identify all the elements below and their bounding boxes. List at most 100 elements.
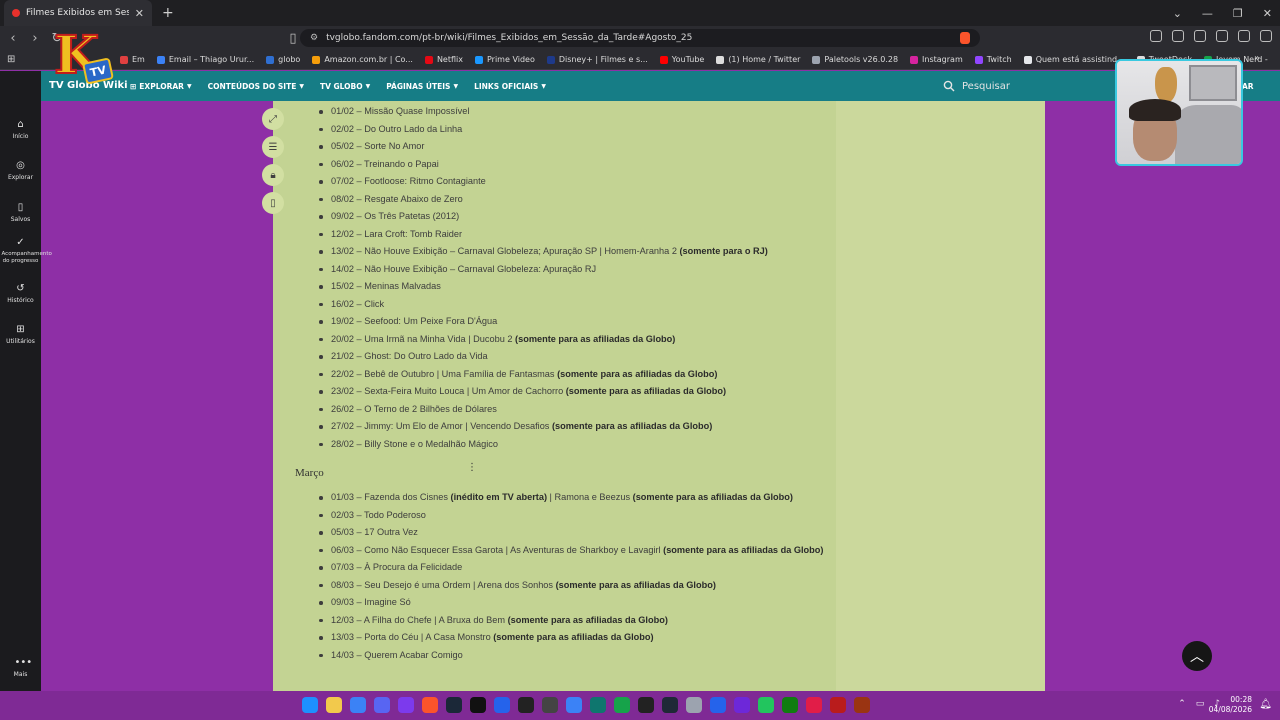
more-icon: •••	[14, 657, 33, 668]
taskbar-app-icon[interactable]	[662, 697, 678, 713]
chevron-down-icon: ▼	[186, 82, 192, 90]
taskbar-app-icon[interactable]	[734, 697, 750, 713]
window-controls: ⌄ — ❐ ✕	[1173, 0, 1272, 26]
close-window-icon[interactable]: ✕	[1263, 7, 1272, 20]
clock-time: 00:28	[1230, 695, 1252, 704]
list-item: 19/02 – Seefood: Um Peixe Fora D'Água	[317, 313, 836, 331]
brave-shield-icon[interactable]	[960, 32, 970, 44]
taskbar-app-icon[interactable]	[566, 697, 582, 713]
scroll-to-top-button[interactable]: ︿	[1182, 641, 1212, 671]
menu-explorar[interactable]: ⊞ EXPLORAR ▼	[130, 82, 192, 91]
section-heading-marco: Março	[295, 467, 324, 479]
bookmark-item[interactable]: Paletools v26.0.28	[812, 55, 898, 64]
close-tab-icon[interactable]: ✕	[135, 7, 144, 20]
taskbar-app-icon[interactable]	[326, 697, 342, 713]
bookmark-item[interactable]: Amazon.com.br | Co...	[312, 55, 413, 64]
bookmark-item[interactable]: Prime Video	[474, 55, 535, 64]
bookmark-item[interactable]: Email – Thiago Urur...	[156, 55, 254, 64]
site-info-icon[interactable]: ⚙	[310, 33, 318, 43]
sidebar-item-historico[interactable]: ↺ Histórico	[0, 283, 41, 304]
bookmark-favicon-icon	[474, 55, 483, 64]
compass-icon: ◎	[16, 160, 25, 171]
taskbar-app-icon[interactable]	[494, 697, 510, 713]
search-input[interactable]: Pesquisar	[962, 81, 1010, 92]
taskbar-app-icon[interactable]	[374, 697, 390, 713]
taskbar-app-icon[interactable]	[542, 697, 558, 713]
bookmark-icon[interactable]: ▯	[262, 192, 284, 214]
new-tab-icon[interactable]: +	[162, 5, 174, 21]
menu-icon[interactable]	[1260, 30, 1272, 42]
bookmark-item[interactable]: YouTube	[659, 55, 704, 64]
apps-grid-icon[interactable]: ⊞	[7, 54, 15, 65]
taskbar-app-icon[interactable]	[614, 697, 630, 713]
tray-chevron-icon[interactable]: ⌃	[1178, 699, 1186, 709]
back-icon[interactable]: ‹	[4, 31, 22, 46]
bookmark-favicon-icon	[266, 55, 275, 64]
login-button[interactable]: AR	[1242, 82, 1254, 91]
menu-paginas-uteis[interactable]: PÁGINAS ÚTEIS ▼	[386, 82, 458, 91]
bookmark-item[interactable]: Disney+ | Filmes e s...	[546, 55, 648, 64]
taskbar-app-icon[interactable]	[758, 697, 774, 713]
browser-tab[interactable]: Filmes Exibidos em Sessão da Ta ✕	[4, 0, 152, 26]
leo-icon[interactable]	[1216, 30, 1228, 42]
sidebar-item-explorar[interactable]: ◎ Explorar	[0, 160, 41, 181]
taskbar-app-icon[interactable]	[350, 697, 366, 713]
menu-links-oficiais[interactable]: LINKS OFICIAIS ▼	[474, 82, 546, 91]
forward-icon[interactable]: ›	[26, 31, 44, 46]
taskbar-app-icon[interactable]	[422, 697, 438, 713]
taskbar-app-icon[interactable]	[302, 697, 318, 713]
bookmark-item[interactable]: Netflix	[424, 55, 463, 64]
sidebar-item-inicio[interactable]: ⌂ Início	[0, 119, 41, 140]
clock[interactable]: 00:28 04/08/2026	[1209, 695, 1252, 715]
lock-icon[interactable]: 🔒︎	[262, 164, 284, 186]
sidebar-item-mais[interactable]: ••• Mais	[0, 657, 41, 678]
shelf	[1189, 65, 1237, 101]
list-item: 09/02 – Os Três Patetas (2012)	[317, 208, 836, 226]
bookmark-icon: ▯	[17, 202, 24, 213]
maximize-icon[interactable]: ❐	[1233, 7, 1243, 20]
bookmark-item[interactable]: Em	[120, 55, 145, 64]
minimize-icon[interactable]: —	[1202, 7, 1213, 20]
taskbar-app-icon[interactable]	[398, 697, 414, 713]
sidebar-icon[interactable]	[1172, 30, 1184, 42]
wallet-icon[interactable]	[1194, 30, 1206, 42]
sidebar-item-progresso[interactable]: ✓ Acompanhamento do progresso	[0, 237, 52, 265]
list-item: 05/03 – 17 Outra Vez	[317, 524, 836, 542]
sidebar-item-utilitarios[interactable]: ⊞ Utilitários	[0, 324, 41, 345]
notifications-icon[interactable]: 🔔︎	[1259, 699, 1272, 710]
bookmark-item[interactable]: (1) Home / Twitter	[716, 55, 800, 64]
bookmark-item[interactable]: globo	[266, 55, 300, 64]
bookmark-item[interactable]: Twitch	[974, 55, 1012, 64]
taskbar-app-icon[interactable]	[782, 697, 798, 713]
vpn-icon[interactable]	[1238, 30, 1250, 42]
menu-conteudos[interactable]: CONTEÚDOS DO SITE ▼	[208, 82, 304, 91]
sidebar-item-salvos[interactable]: ▯ Salvos	[0, 202, 41, 223]
taskbar-app-icon[interactable]	[710, 697, 726, 713]
menu-tv-globo[interactable]: TV GLOBO ▼	[320, 82, 370, 91]
table-of-contents-icon[interactable]: ☰	[262, 136, 284, 158]
bookmark-item[interactable]: Quem está assistind...	[1023, 55, 1125, 64]
taskbar-app-icon[interactable]	[446, 697, 462, 713]
taskbar-app-icon[interactable]	[518, 697, 534, 713]
list-item: 09/03 – Imagine Só	[317, 594, 836, 612]
fullscreen-icon[interactable]: ⤢	[262, 108, 284, 130]
list-item: 14/03 – Querem Acabar Comigo	[317, 647, 836, 665]
list-item: 02/03 – Todo Poderoso	[317, 507, 836, 525]
network-icon[interactable]: ▭	[1196, 699, 1205, 709]
taskbar-app-icon[interactable]	[830, 697, 846, 713]
more-bookmarks-icon[interactable]: »	[1254, 53, 1260, 64]
taskbar-app-icon[interactable]	[686, 697, 702, 713]
taskbar-app-icon[interactable]	[638, 697, 654, 713]
taskbar-app-icon[interactable]	[806, 697, 822, 713]
list-item: 14/02 – Não Houve Exibição – Carnaval Gl…	[317, 261, 836, 279]
list-item: 21/02 – Ghost: Do Outro Lado da Vida	[317, 348, 836, 366]
windows-taskbar: ⌃ ▭ ♪ 00:28 04/08/2026 🔔︎	[0, 691, 1280, 720]
extensions-icon[interactable]	[1150, 30, 1162, 42]
taskbar-app-icon[interactable]	[854, 697, 870, 713]
search-icon[interactable]	[943, 80, 955, 92]
bookmark-item[interactable]: Instagram	[910, 55, 963, 64]
url-field[interactable]: ⚙ tvglobo.fandom.com/pt-br/wiki/Filmes_E…	[300, 29, 980, 47]
tab-list-icon[interactable]: ⌄	[1173, 7, 1182, 20]
taskbar-app-icon[interactable]	[470, 697, 486, 713]
taskbar-app-icon[interactable]	[590, 697, 606, 713]
